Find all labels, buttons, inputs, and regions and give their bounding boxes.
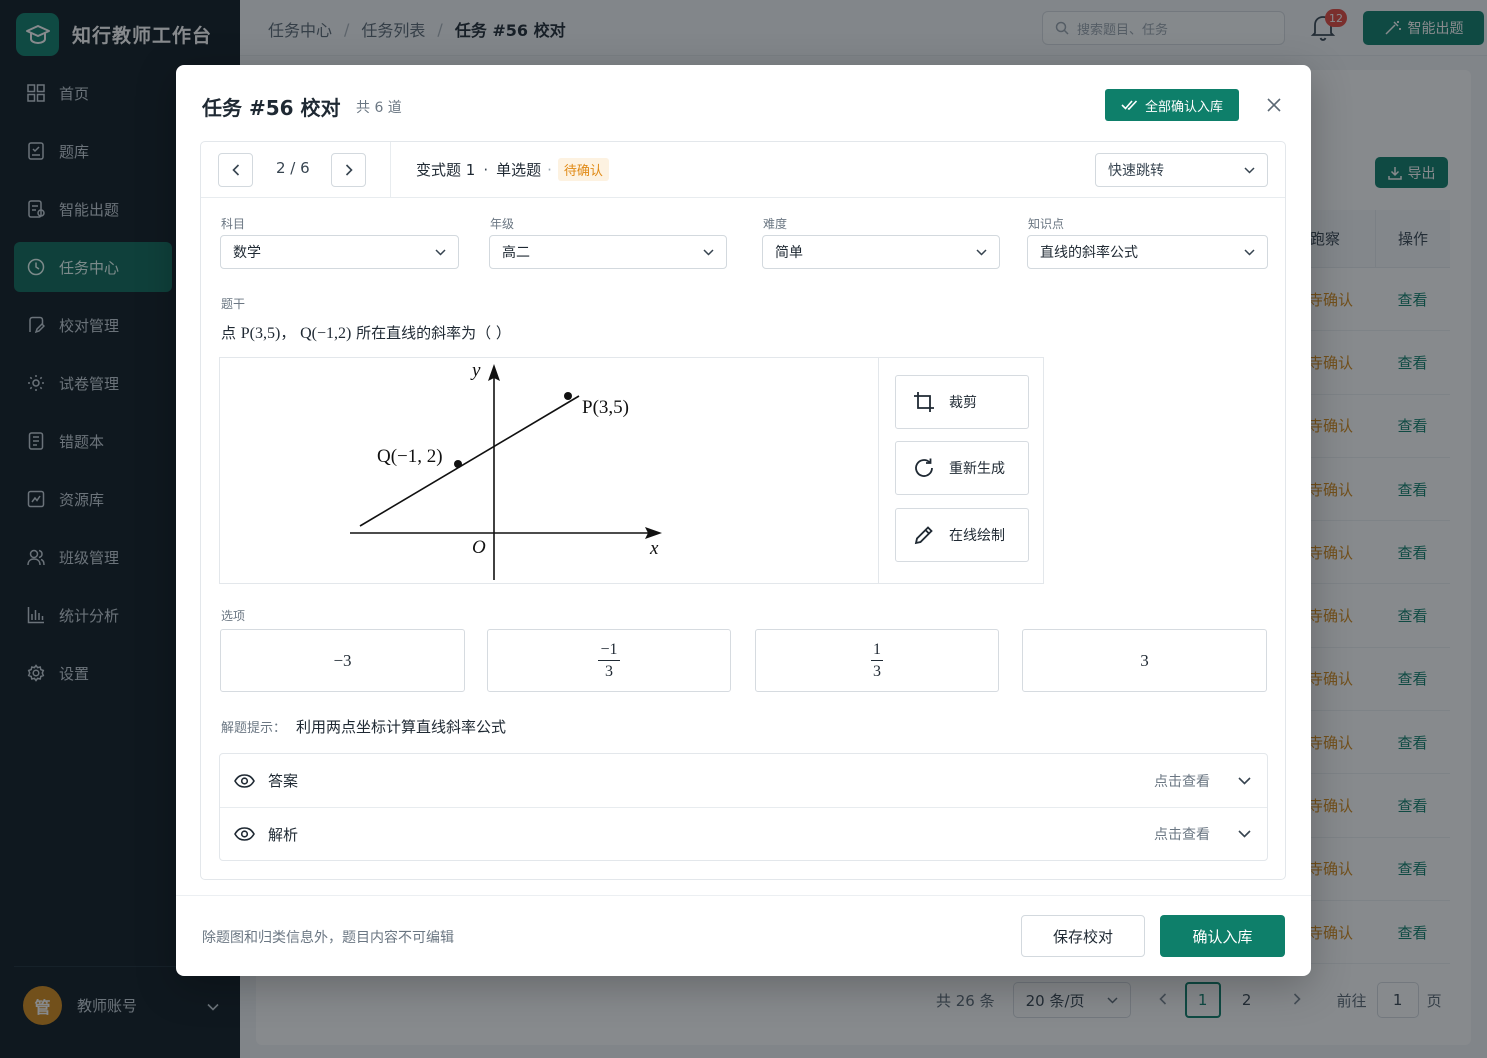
confirm-all-label: 全部确认入库 — [1144, 99, 1223, 115]
grade-value: 高二 — [502, 245, 530, 261]
save-proofread-button[interactable]: 保存校对 — [1021, 915, 1145, 957]
option-a[interactable]: −3 — [220, 629, 465, 692]
refresh-icon — [915, 458, 933, 477]
option-text: −3 — [333, 650, 352, 670]
grade-label: 年级 — [490, 217, 515, 231]
quick-jump-select[interactable]: 快速跳转 — [1095, 153, 1268, 187]
chevron-down-icon — [435, 248, 446, 256]
subject-value: 数学 — [233, 245, 261, 261]
confirm-store-button[interactable]: 确认入库 — [1160, 915, 1285, 957]
status-badge: 待确认 — [557, 158, 609, 181]
question-meta: 变式题 1 · 单选题 · 待确认 — [416, 158, 609, 181]
subject-select[interactable]: 数学 — [220, 235, 459, 269]
knowledge-select[interactable]: 直线的斜率公式 — [1027, 235, 1268, 269]
point-p — [564, 392, 572, 400]
separator-dot: · — [547, 160, 552, 179]
knowledge-value: 直线的斜率公式 — [1040, 245, 1138, 261]
stem-text: 所在直线的斜率为（ ） — [351, 324, 511, 342]
hint-label: 解题提示： — [221, 721, 287, 736]
subject-label: 科目 — [221, 217, 246, 231]
prev-question-button[interactable] — [218, 153, 253, 187]
crop-button[interactable]: 裁剪 — [895, 375, 1029, 429]
crop-label: 裁剪 — [949, 395, 977, 411]
question-count: 共 6 道 — [356, 100, 402, 116]
difficulty-select[interactable]: 简单 — [762, 235, 1000, 269]
knowledge-label: 知识点 — [1028, 217, 1065, 231]
fraction-numerator: −1 — [598, 641, 620, 661]
question-figure: y x O P(3,5) Q(−1, 2) 裁剪 重新生成 在线绘制 — [219, 357, 1044, 584]
modal-footer: 除题图和归类信息外，题目内容不可编辑 保存校对 确认入库 — [176, 895, 1311, 976]
figure-tools: 裁剪 重新生成 在线绘制 — [878, 358, 1043, 583]
chevron-down-icon — [1238, 776, 1251, 785]
next-question-button[interactable] — [331, 153, 366, 187]
fraction-denominator: 3 — [605, 662, 613, 680]
fraction-denominator: 3 — [873, 662, 881, 680]
question-position: 2 / 6 — [276, 159, 310, 177]
solution-hint: 解题提示： 利用两点坐标计算直线斜率公式 — [221, 716, 506, 737]
separator-dot: · — [483, 160, 489, 179]
crop-icon — [914, 392, 934, 412]
close-button[interactable] — [1264, 95, 1284, 115]
question-kind: 变式题 1 — [416, 161, 476, 179]
chevron-down-icon — [1244, 166, 1255, 174]
grade-select[interactable]: 高二 — [489, 235, 727, 269]
fraction-numerator: 1 — [871, 641, 883, 661]
options-label: 选项 — [221, 609, 246, 623]
question-toolbar: 2 / 6 变式题 1 · 单选题 · 待确认 快速跳转 — [201, 142, 1285, 198]
quick-jump-label: 快速跳转 — [1108, 163, 1164, 179]
chevron-down-icon — [1244, 248, 1255, 256]
proofread-modal: 任务 #56 校对 共 6 道 全部确认入库 2 / 6 变式题 1 · 单选题… — [176, 65, 1311, 976]
analysis-peek: 点击查看 — [1154, 827, 1210, 843]
answer-peek: 点击查看 — [1154, 773, 1210, 790]
eye-icon — [234, 827, 255, 841]
coordinate-graph: y x O P(3,5) Q(−1, 2) — [350, 360, 662, 580]
divider — [390, 142, 391, 197]
question-card: 2 / 6 变式题 1 · 单选题 · 待确认 快速跳转 科目 数学 年级 高二… — [200, 141, 1286, 880]
draw-online-button[interactable]: 在线绘制 — [895, 508, 1029, 562]
chevron-down-icon — [703, 248, 714, 256]
label-y: y — [470, 360, 481, 381]
confirm-all-button[interactable]: 全部确认入库 — [1105, 89, 1239, 121]
close-icon — [1267, 98, 1281, 112]
eye-icon — [234, 773, 255, 788]
option-d[interactable]: 3 — [1022, 629, 1267, 692]
option-fraction: −1 3 — [598, 641, 620, 680]
analysis-label: 解析 — [268, 825, 299, 844]
question-type: 单选题 — [496, 161, 542, 179]
modal-title: 任务 #56 校对 — [202, 96, 341, 120]
regenerate-button[interactable]: 重新生成 — [895, 441, 1029, 495]
answer-toggle[interactable]: 答案 点击查看 — [220, 754, 1267, 807]
difficulty-value: 简单 — [775, 245, 803, 261]
edit-restriction-note: 除题图和归类信息外，题目内容不可编辑 — [202, 930, 454, 946]
label-x: x — [649, 538, 659, 559]
stem-text: 点 — [221, 324, 241, 342]
double-check-icon — [1121, 100, 1138, 110]
stem-point-q: Q(−1,2) — [300, 325, 352, 342]
answer-label: 答案 — [268, 772, 299, 790]
analysis-toggle[interactable]: 解析 点击查看 — [220, 807, 1267, 860]
label-origin: O — [472, 537, 486, 558]
option-text: 3 — [1140, 650, 1149, 670]
label-q: Q(−1, 2) — [377, 446, 443, 467]
label-p: P(3,5) — [582, 397, 629, 418]
difficulty-label: 难度 — [763, 217, 788, 231]
chevron-down-icon — [976, 248, 987, 256]
regenerate-label: 重新生成 — [949, 461, 1005, 477]
stem-text: ， — [280, 324, 301, 342]
point-q — [454, 460, 462, 468]
stem-label: 题干 — [221, 297, 246, 311]
stem-point-p: P(3,5) — [240, 325, 281, 342]
question-stem: 点 P(3,5)， Q(−1,2) 所在直线的斜率为（ ） — [221, 322, 511, 343]
chevron-down-icon — [1238, 830, 1251, 838]
chevron-left-icon — [231, 164, 239, 176]
draw-online-label: 在线绘制 — [949, 528, 1005, 544]
answer-analysis-panel: 答案 点击查看 解析 点击查看 — [219, 753, 1268, 861]
option-fraction: 1 3 — [871, 641, 883, 680]
chevron-right-icon — [345, 164, 353, 176]
option-c[interactable]: 1 3 — [755, 629, 999, 692]
pencil-icon — [914, 526, 933, 545]
hint-text: 利用两点坐标计算直线斜率公式 — [296, 718, 507, 736]
option-b[interactable]: −1 3 — [487, 629, 731, 692]
